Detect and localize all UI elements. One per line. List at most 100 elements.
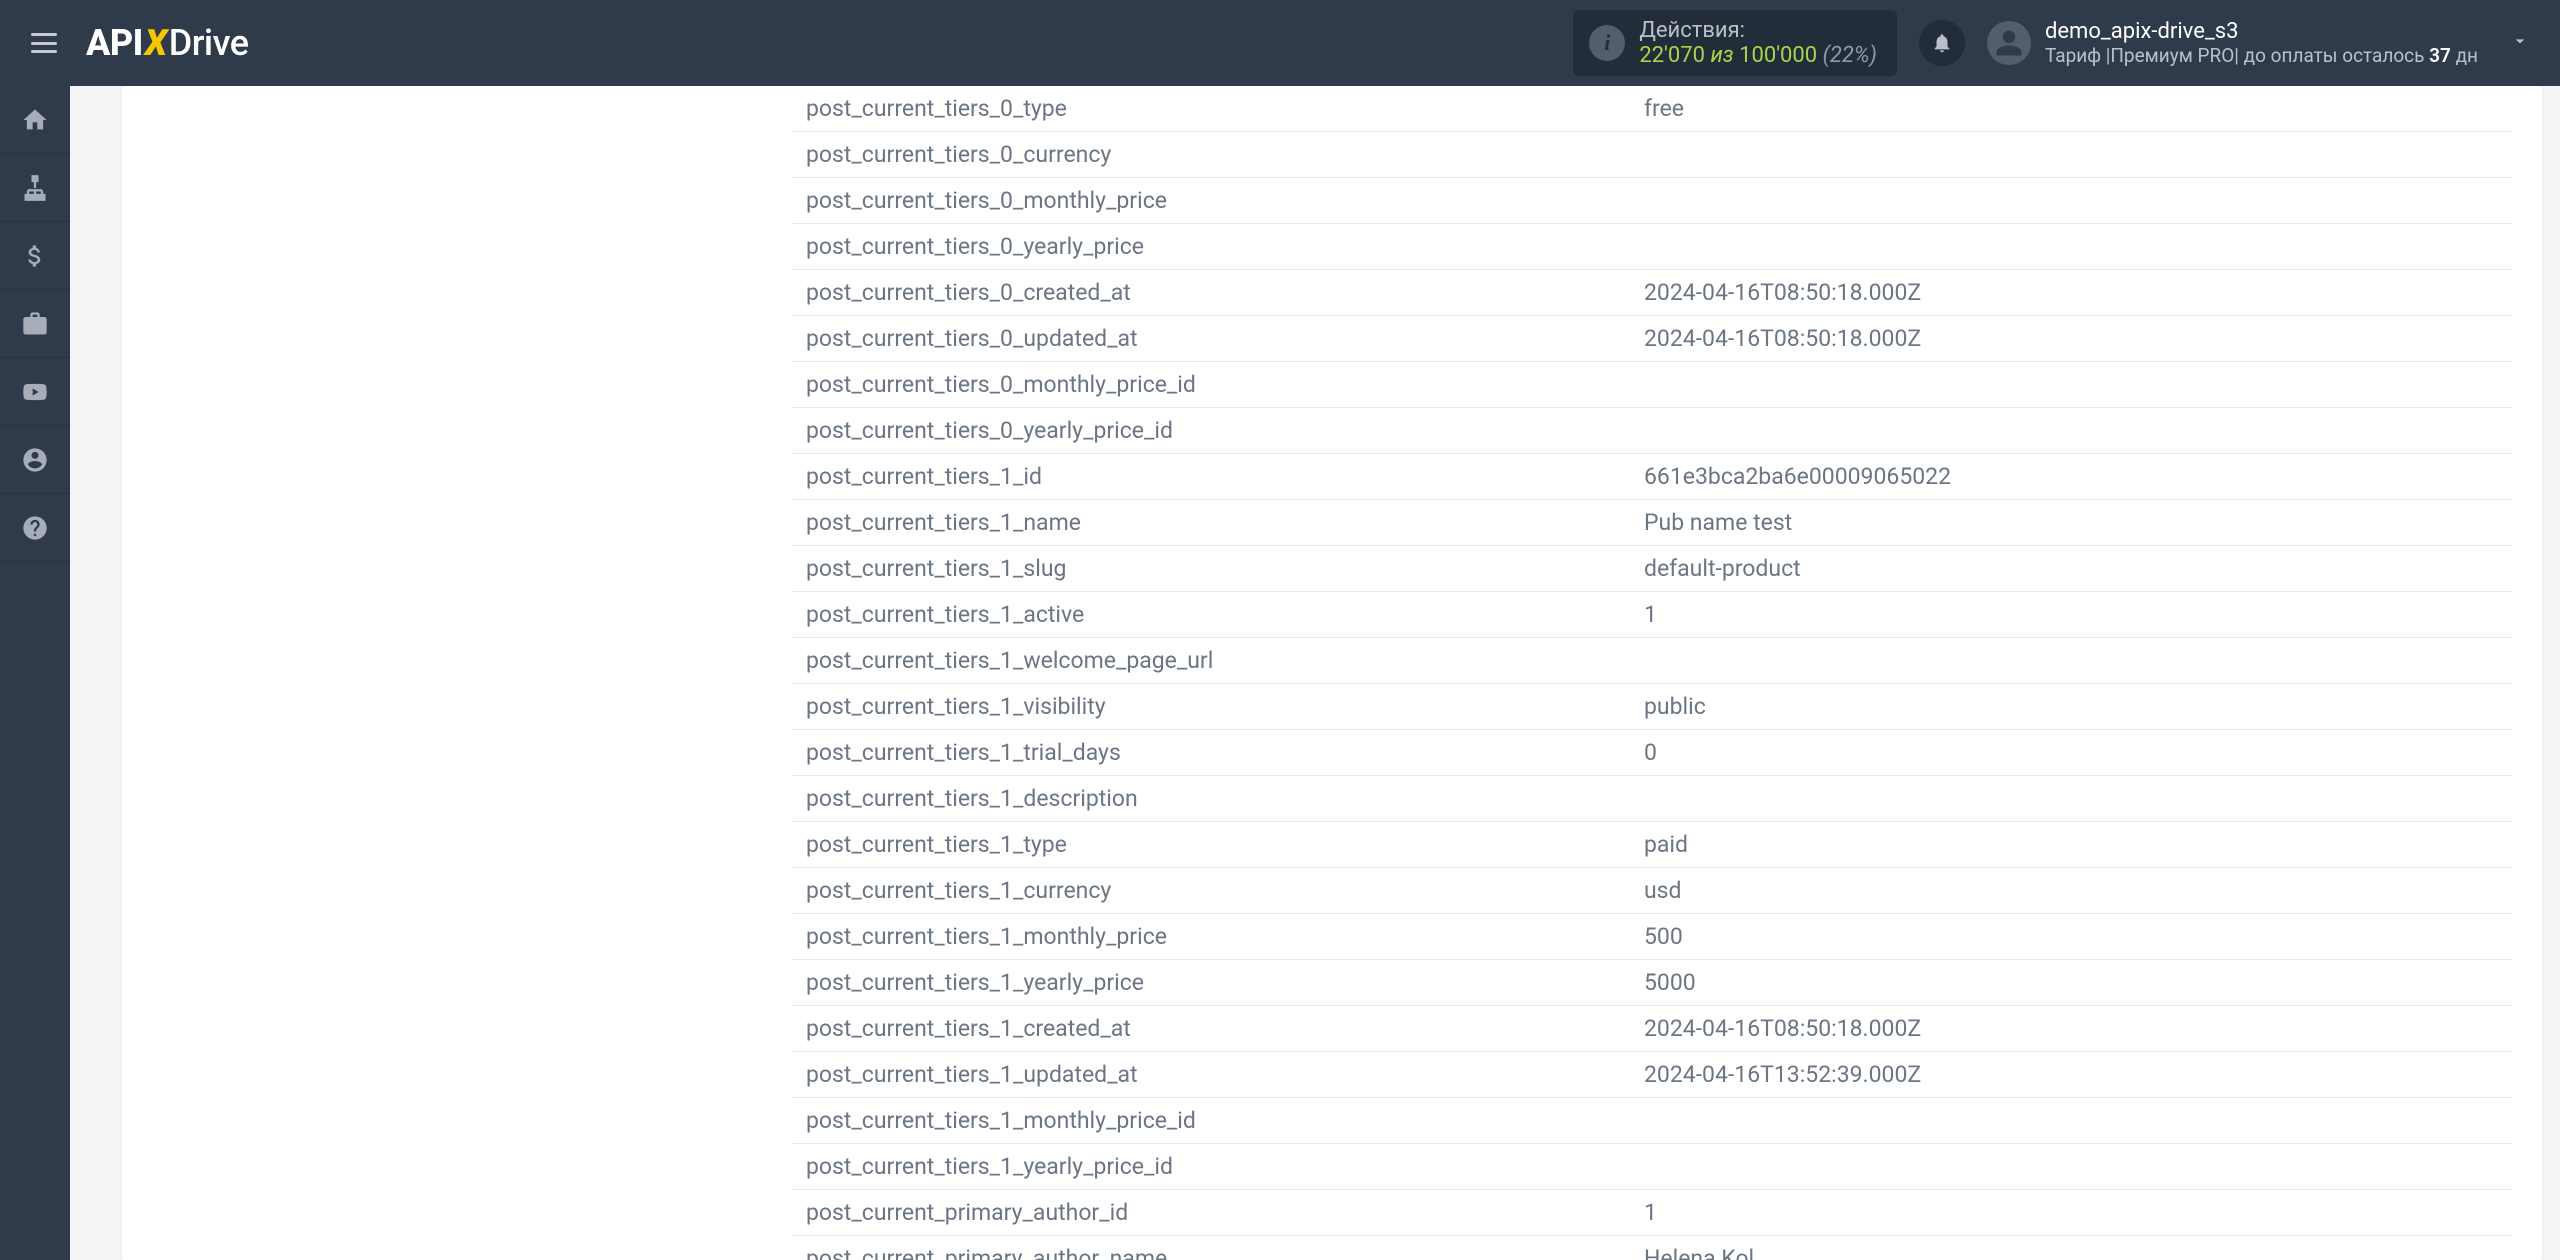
field-value (1630, 362, 2512, 408)
table-row: post_current_primary_author_id1 (792, 1190, 2512, 1236)
logo-text-suffix: Drive (169, 22, 249, 64)
table-row: post_current_tiers_1_id661e3bca2ba6e0000… (792, 454, 2512, 500)
sidebar-home[interactable] (0, 86, 70, 154)
field-value: usd (1630, 868, 2512, 914)
field-key: post_current_primary_author_id (792, 1190, 1630, 1236)
field-value: 2024-04-16T13:52:39.000Z (1630, 1052, 2512, 1098)
table-row: post_current_tiers_0_yearly_price_id (792, 408, 2512, 454)
table-row: post_current_tiers_1_yearly_price_id (792, 1144, 2512, 1190)
field-key: post_current_tiers_1_name (792, 500, 1630, 546)
avatar (1987, 21, 2031, 65)
field-key: post_current_tiers_0_updated_at (792, 316, 1630, 362)
field-key: post_current_tiers_1_welcome_page_url (792, 638, 1630, 684)
actions-label: Действия: (1639, 18, 1877, 43)
field-key: post_current_tiers_0_yearly_price_id (792, 408, 1630, 454)
field-key: post_current_tiers_1_monthly_price (792, 914, 1630, 960)
user-circle-icon (21, 446, 49, 474)
table-row: post_current_tiers_0_created_at2024-04-1… (792, 270, 2512, 316)
field-value: 5000 (1630, 960, 2512, 1006)
hamburger-icon (31, 33, 57, 53)
field-value: 661e3bca2ba6e00009065022 (1630, 454, 2512, 500)
field-key: post_current_tiers_1_yearly_price (792, 960, 1630, 1006)
top-header: API X Drive i Действия: 22'070 из 100'00… (0, 0, 2560, 86)
dollar-icon (21, 242, 49, 270)
actions-total: 100'000 (1739, 43, 1817, 68)
field-key: post_current_tiers_1_updated_at (792, 1052, 1630, 1098)
field-key: post_current_tiers_1_slug (792, 546, 1630, 592)
actions-text: Действия: 22'070 из 100'000 (22%) (1639, 18, 1877, 68)
field-value (1630, 1098, 2512, 1144)
table-row: post_current_tiers_1_active1 (792, 592, 2512, 638)
field-value (1630, 408, 2512, 454)
field-value (1630, 178, 2512, 224)
user-text: demo_apix-drive_s3 Тариф |Премиум PRO| д… (2045, 19, 2478, 67)
table-row: post_current_tiers_1_monthly_price500 (792, 914, 2512, 960)
sidebar-help[interactable] (0, 494, 70, 562)
sidebar-account[interactable] (0, 426, 70, 494)
plan-mid: | до оплаты осталось (2234, 44, 2429, 67)
field-value (1630, 638, 2512, 684)
notifications-button[interactable] (1919, 20, 1965, 66)
user-name: demo_apix-drive_s3 (2045, 19, 2478, 44)
help-icon (21, 514, 49, 542)
field-key: post_current_tiers_1_yearly_price_id (792, 1144, 1630, 1190)
actions-pct: (22%) (1823, 43, 1877, 68)
sidebar-billing[interactable] (0, 222, 70, 290)
field-key: post_current_tiers_0_created_at (792, 270, 1630, 316)
sidebar-tools[interactable] (0, 290, 70, 358)
field-value (1630, 224, 2512, 270)
table-row: post_current_tiers_0_updated_at2024-04-1… (792, 316, 2512, 362)
field-value: 0 (1630, 730, 2512, 776)
field-value: Helena Kol (1630, 1236, 2512, 1260)
table-row: post_current_tiers_0_monthly_price (792, 178, 2512, 224)
menu-button[interactable] (22, 21, 66, 65)
field-key: post_current_tiers_0_currency (792, 132, 1630, 178)
user-menu[interactable]: demo_apix-drive_s3 Тариф |Премиум PRO| д… (1987, 19, 2530, 67)
sidebar-video[interactable] (0, 358, 70, 426)
plan-name: Премиум PRO (2110, 44, 2234, 67)
field-value (1630, 776, 2512, 822)
sidebar-connections[interactable] (0, 154, 70, 222)
field-value: 2024-04-16T08:50:18.000Z (1630, 1006, 2512, 1052)
logo-text-prefix: API (86, 22, 143, 64)
main-content: post_current_tiers_0_typefreepost_curren… (70, 86, 2560, 1260)
field-value: public (1630, 684, 2512, 730)
briefcase-icon (21, 310, 49, 338)
info-icon: i (1589, 25, 1625, 61)
logo[interactable]: API X Drive (86, 22, 249, 64)
youtube-icon (21, 378, 49, 406)
table-row: post_current_tiers_1_yearly_price5000 (792, 960, 2512, 1006)
table-row: post_current_tiers_1_created_at2024-04-1… (792, 1006, 2512, 1052)
table-row: post_current_tiers_1_welcome_page_url (792, 638, 2512, 684)
field-value: 2024-04-16T08:50:18.000Z (1630, 316, 2512, 362)
user-plan: Тариф |Премиум PRO| до оплаты осталось 3… (2045, 44, 2478, 67)
actions-counter[interactable]: i Действия: 22'070 из 100'000 (22%) (1573, 10, 1897, 76)
field-value: 2024-04-16T08:50:18.000Z (1630, 270, 2512, 316)
field-key: post_current_tiers_0_monthly_price_id (792, 362, 1630, 408)
field-key: post_current_tiers_0_type (792, 86, 1630, 132)
chevron-down-icon (2510, 31, 2530, 55)
sitemap-icon (21, 174, 49, 202)
field-key: post_current_tiers_1_currency (792, 868, 1630, 914)
field-value: paid (1630, 822, 2512, 868)
field-key: post_current_tiers_1_active (792, 592, 1630, 638)
field-value (1630, 1144, 2512, 1190)
field-key: post_current_tiers_1_monthly_price_id (792, 1098, 1630, 1144)
field-value (1630, 132, 2512, 178)
field-key: post_current_tiers_1_id (792, 454, 1630, 500)
table-row: post_current_tiers_1_monthly_price_id (792, 1098, 2512, 1144)
plan-prefix: Тариф | (2045, 44, 2110, 67)
table-row: post_current_tiers_1_slugdefault-product (792, 546, 2512, 592)
field-value: 1 (1630, 1190, 2512, 1236)
table-row: post_current_tiers_1_namePub name test (792, 500, 2512, 546)
user-icon (1994, 28, 2024, 58)
field-key: post_current_tiers_1_visibility (792, 684, 1630, 730)
field-key: post_current_tiers_1_created_at (792, 1006, 1630, 1052)
plan-days: 37 (2429, 44, 2451, 67)
table-row: post_current_primary_author_nameHelena K… (792, 1236, 2512, 1260)
logo-text-x: X (145, 22, 167, 64)
field-value: 500 (1630, 914, 2512, 960)
content-card: post_current_tiers_0_typefreepost_curren… (122, 86, 2542, 1260)
actions-of: из (1710, 43, 1733, 68)
bell-icon (1931, 32, 1953, 54)
